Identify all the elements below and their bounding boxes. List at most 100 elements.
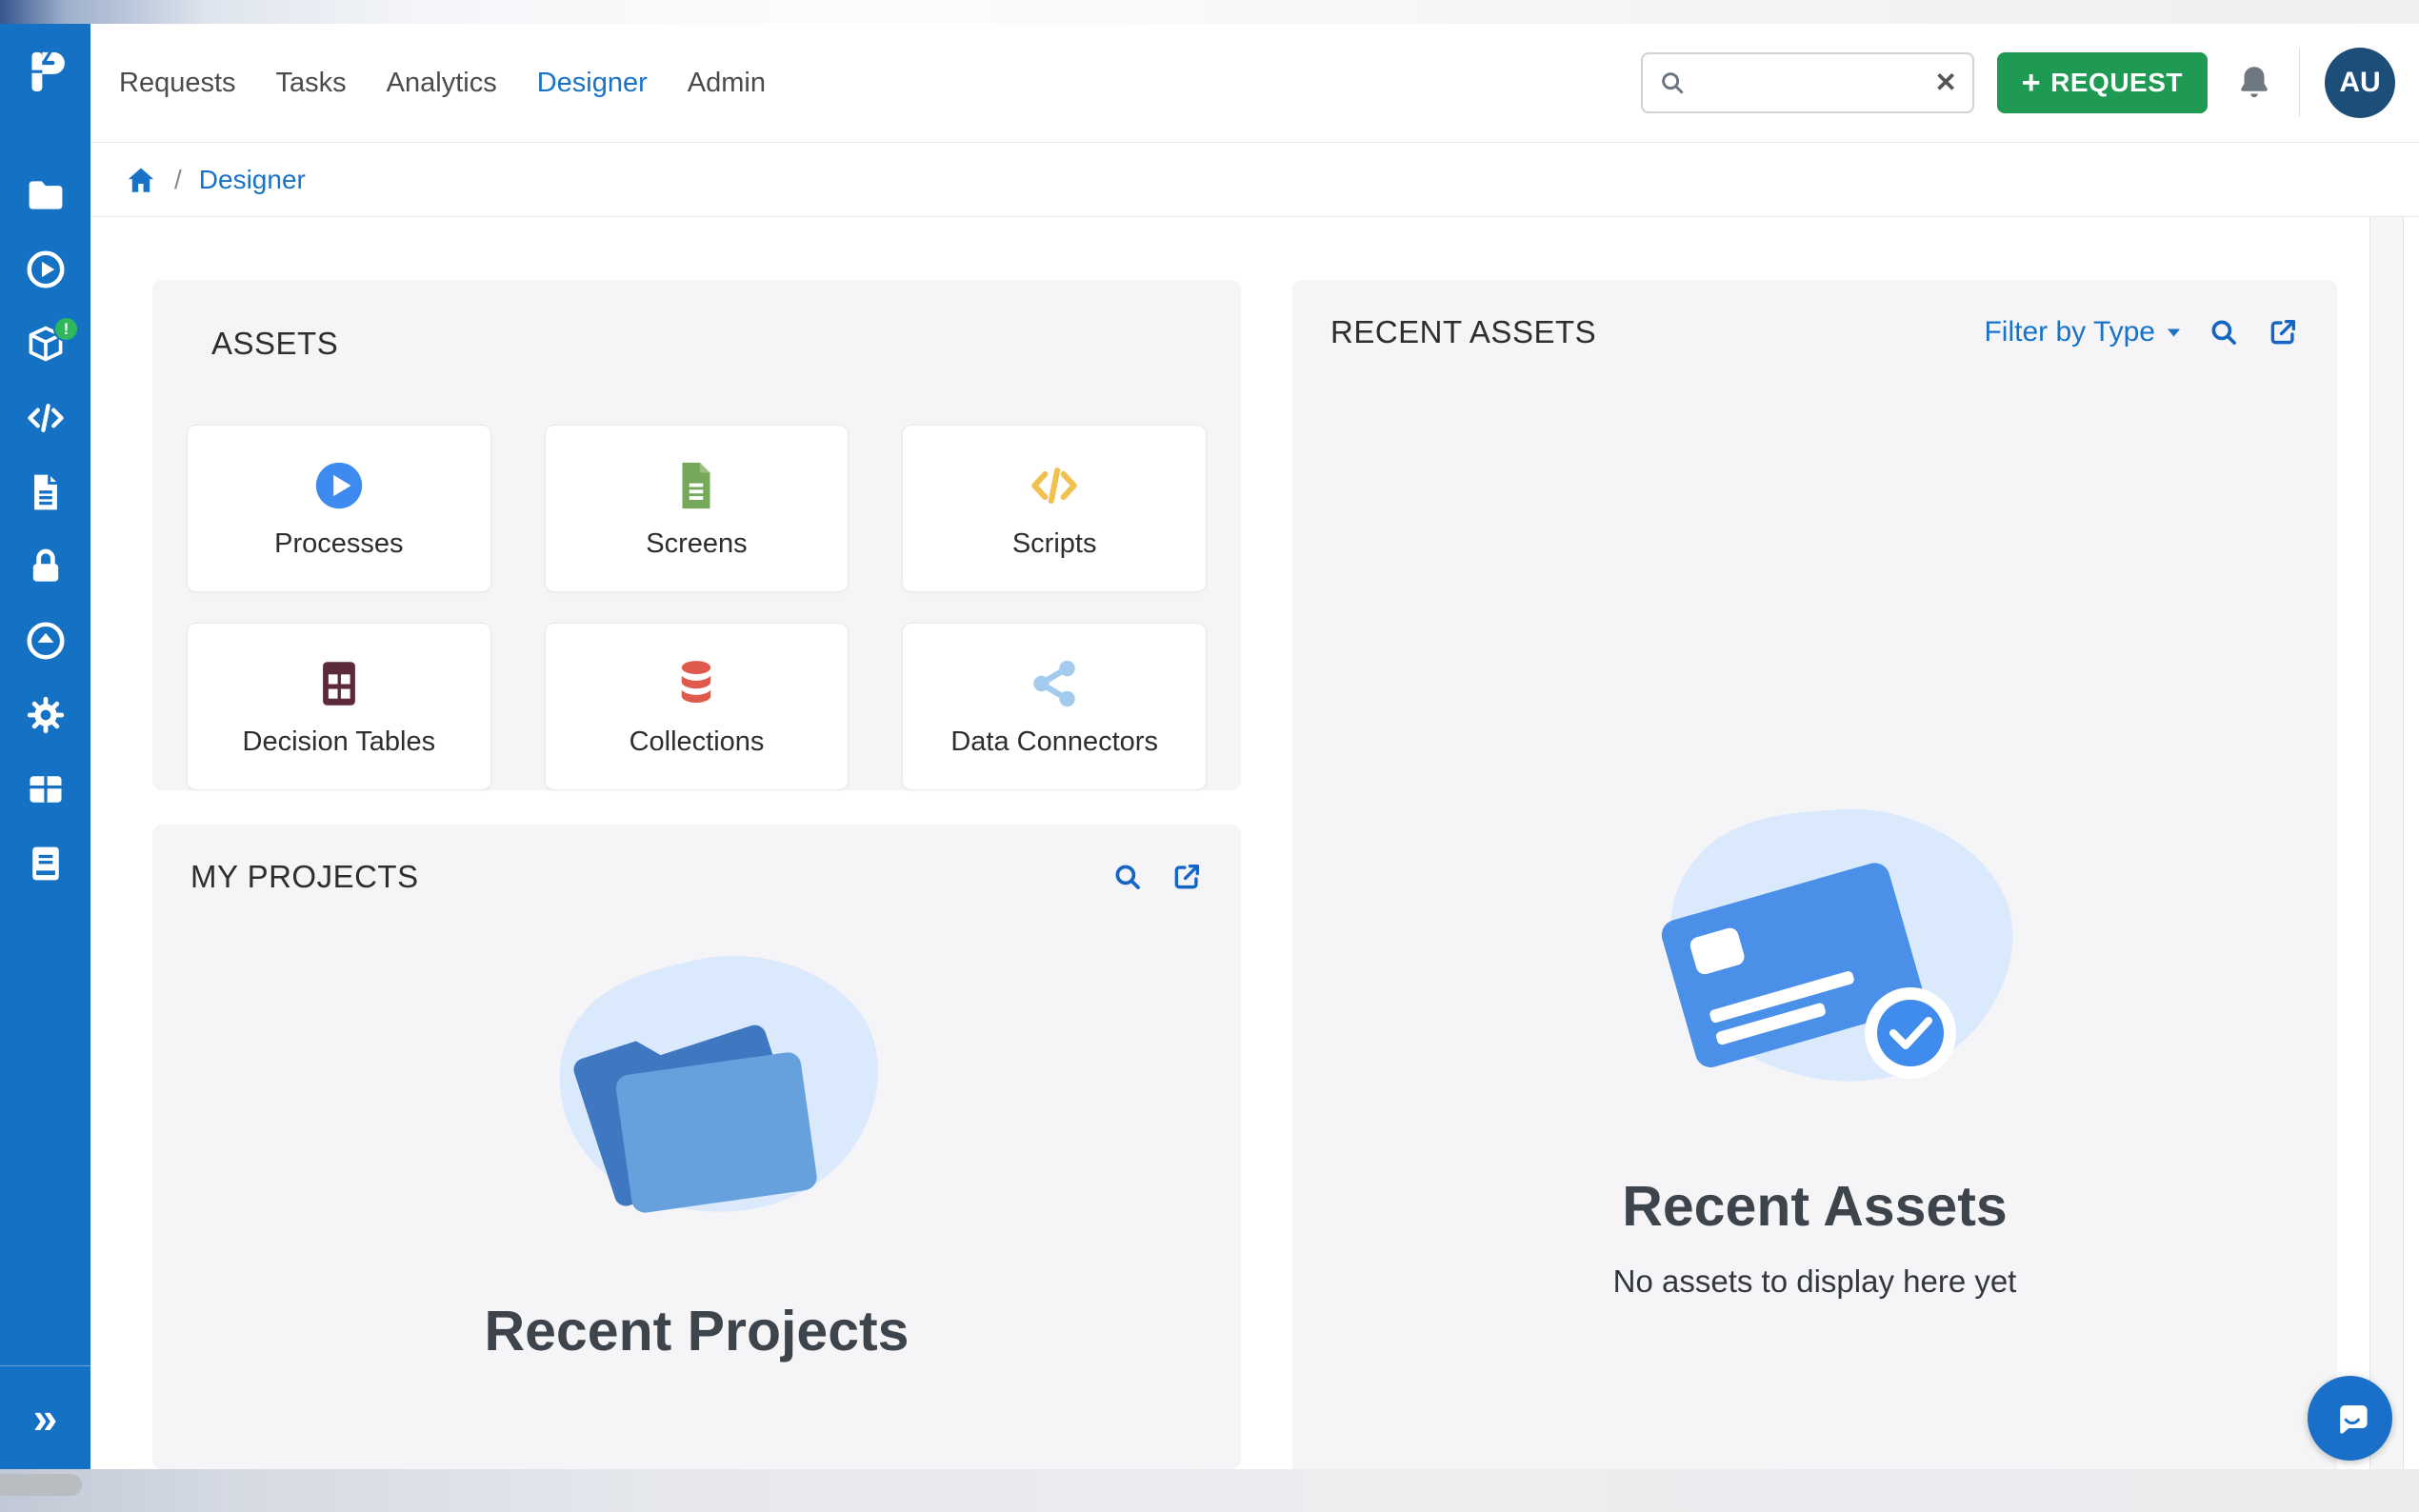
window-top-gradient: [0, 0, 2419, 24]
caret-down-icon: [2167, 328, 2181, 338]
recent-assets-illustration: [1591, 793, 2039, 1174]
app-logo[interactable]: [0, 24, 90, 114]
search-icon: [2208, 316, 2240, 348]
search-input[interactable]: [1696, 69, 1926, 98]
assets-panel: ASSETS Processes Screens Scripts: [152, 280, 1241, 790]
window-bottom-gradient: [0, 1469, 2419, 1512]
sidebar-footer: »: [0, 1365, 90, 1469]
request-button-label: REQUEST: [2050, 68, 2183, 98]
home-icon: [125, 164, 157, 196]
recent-assets-tools: Filter by Type: [1984, 316, 2299, 348]
asset-cards: Processes Screens Scripts Decision Table…: [187, 425, 1207, 790]
code-icon: [1027, 458, 1082, 513]
chat-bubble-icon: [2328, 1396, 2373, 1442]
table-icon: [311, 656, 367, 711]
recent-assets-open-external-button[interactable]: [2267, 316, 2299, 348]
sidebar-expand-button[interactable]: »: [0, 1366, 90, 1469]
top-navigation: Requests Tasks Analytics Designer Admin: [119, 68, 766, 99]
header-actions: ✕ + REQUEST AU: [1641, 48, 2395, 118]
book-icon: [25, 843, 67, 885]
projects-empty-title: Recent Projects: [485, 1299, 910, 1363]
sidebar-item-folder[interactable]: [0, 158, 90, 232]
horizontal-scrollbar[interactable]: [0, 1474, 82, 1496]
notifications-button[interactable]: [2234, 63, 2274, 103]
double-chevron-icon: »: [33, 1392, 58, 1443]
chat-launcher-button[interactable]: [2308, 1376, 2392, 1461]
search-icon: [1111, 861, 1144, 893]
vertical-scrollbar[interactable]: [2369, 217, 2404, 1469]
table-icon: [25, 768, 67, 810]
external-link-icon: [1170, 861, 1203, 893]
my-projects-tools: [1111, 861, 1203, 893]
recent-assets-empty-state: Recent Assets No assets to display here …: [1292, 793, 2337, 1300]
card-label: Collections: [630, 726, 765, 758]
my-projects-title: MY PROJECTS: [190, 859, 419, 895]
recent-assets-search-button[interactable]: [2208, 316, 2240, 348]
projects-search-button[interactable]: [1111, 861, 1144, 893]
share-icon: [1027, 656, 1082, 711]
global-search: ✕: [1641, 52, 1974, 113]
arrow-up-circle-icon: [25, 620, 67, 662]
sidebar-item-docs[interactable]: [0, 826, 90, 901]
nav-item-analytics[interactable]: Analytics: [387, 68, 497, 99]
card-label: Data Connectors: [950, 726, 1158, 758]
right-column: RECENT ASSETS Filter by Type: [1292, 280, 2337, 1469]
breadcrumb-separator: /: [174, 165, 182, 195]
sidebar-item-screens[interactable]: [0, 455, 90, 529]
card-data-connectors[interactable]: Data Connectors: [902, 623, 1207, 790]
database-icon: [669, 656, 724, 711]
play-circle-icon: [25, 249, 67, 290]
search-icon: [1658, 69, 1687, 97]
sidebar-item-security[interactable]: [0, 529, 90, 604]
processmaker-logo-icon: [18, 42, 73, 97]
breadcrumb-current: Designer: [199, 165, 306, 195]
sidebar: !: [0, 24, 90, 1469]
my-projects-panel: MY PROJECTS: [152, 825, 1241, 1469]
card-label: Screens: [646, 528, 747, 560]
nav-item-tasks[interactable]: Tasks: [276, 68, 347, 99]
package-alert-badge: !: [53, 316, 79, 342]
recent-assets-title: RECENT ASSETS: [1330, 314, 1596, 350]
card-screens[interactable]: Screens: [545, 425, 850, 592]
folder-icon: [25, 174, 67, 216]
external-link-icon: [2267, 316, 2299, 348]
sidebar-item-settings[interactable]: [0, 678, 90, 752]
screen: !: [0, 0, 2419, 1512]
card-label: Decision Tables: [243, 726, 436, 758]
sidebar-item-packages[interactable]: !: [0, 307, 90, 381]
plus-icon: +: [2022, 67, 2041, 99]
sidebar-icon-list: !: [0, 158, 90, 901]
recent-assets-panel: RECENT ASSETS Filter by Type: [1292, 280, 2337, 1469]
gear-icon: [25, 694, 67, 736]
play-circle-icon: [311, 458, 367, 513]
card-decision-tables[interactable]: Decision Tables: [187, 623, 491, 790]
file-icon: [25, 471, 67, 513]
breadcrumb: / Designer: [90, 143, 2419, 217]
nav-item-designer[interactable]: Designer: [537, 68, 648, 99]
sidebar-item-processes[interactable]: [0, 232, 90, 307]
card-collections[interactable]: Collections: [545, 623, 850, 790]
nav-item-requests[interactable]: Requests: [119, 68, 236, 99]
new-request-button[interactable]: + REQUEST: [1997, 52, 2208, 113]
breadcrumb-home-link[interactable]: [125, 164, 157, 196]
main-content: ASSETS Processes Screens Scripts: [90, 217, 2419, 1469]
lock-icon: [25, 546, 67, 587]
search-clear-icon[interactable]: ✕: [1934, 70, 1956, 96]
sidebar-item-scripts[interactable]: [0, 381, 90, 455]
code-icon: [25, 397, 67, 439]
sidebar-item-publish[interactable]: [0, 604, 90, 678]
card-scripts[interactable]: Scripts: [902, 425, 1207, 592]
filter-by-type-dropdown[interactable]: Filter by Type: [1984, 316, 2181, 348]
projects-empty-state: Recent Projects: [152, 946, 1241, 1363]
left-column: ASSETS Processes Screens Scripts: [152, 280, 1241, 1469]
header-divider: [2299, 49, 2300, 117]
recent-assets-empty-subtitle: No assets to display here yet: [1613, 1263, 2017, 1300]
card-processes[interactable]: Processes: [187, 425, 491, 592]
filter-by-type-label: Filter by Type: [1984, 316, 2155, 348]
projects-open-external-button[interactable]: [1170, 861, 1203, 893]
nav-item-admin[interactable]: Admin: [688, 68, 766, 99]
sidebar-item-tables[interactable]: [0, 752, 90, 826]
recent-projects-illustration: [492, 946, 902, 1299]
user-avatar[interactable]: AU: [2325, 48, 2395, 118]
card-label: Processes: [274, 528, 403, 560]
